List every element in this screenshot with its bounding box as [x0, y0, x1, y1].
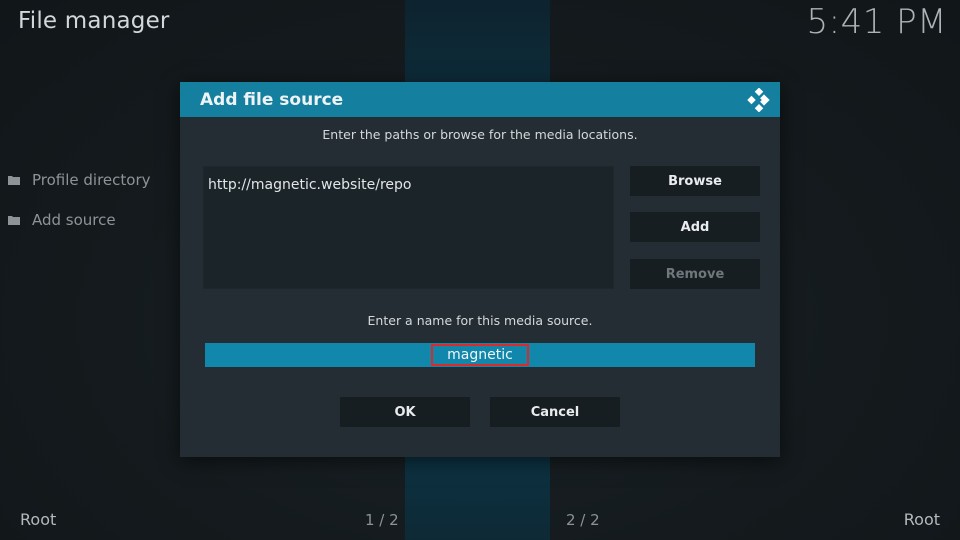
- remove-button[interactable]: Remove: [630, 259, 760, 289]
- source-name-field[interactable]: magnetic: [205, 343, 755, 367]
- clock: 5:41 PM: [806, 2, 947, 42]
- sidebar-item-label: Profile directory: [32, 171, 151, 189]
- sidebar-item-label: Add source: [32, 211, 116, 229]
- cancel-button[interactable]: Cancel: [490, 397, 620, 427]
- add-file-source-dialog: Add file source Enter the paths or brows…: [180, 82, 780, 457]
- footer-page-right: 2 / 2: [566, 511, 600, 529]
- sidebar-item-add-source[interactable]: Add source: [8, 208, 151, 232]
- folder-icon: [8, 176, 20, 185]
- paths-list: http://magnetic.website/repo: [203, 166, 614, 289]
- ok-button[interactable]: OK: [340, 397, 470, 427]
- dialog-title: Add file source: [200, 89, 344, 110]
- footer-page-left: 1 / 2: [365, 511, 399, 529]
- name-instruction: Enter a name for this media source.: [367, 313, 593, 328]
- folder-icon: [8, 216, 20, 225]
- browse-button[interactable]: Browse: [630, 166, 760, 196]
- footer-left-path: Root: [20, 510, 57, 529]
- file-manager-screen: File manager 5:41 PM Profile directory A…: [0, 0, 960, 540]
- kodi-logo-icon: [747, 87, 770, 112]
- source-name-value[interactable]: magnetic: [431, 344, 529, 366]
- footer-right-path: Root: [903, 510, 940, 529]
- add-button[interactable]: Add: [630, 212, 760, 242]
- path-item[interactable]: http://magnetic.website/repo: [204, 167, 613, 203]
- page-title: File manager: [18, 8, 170, 34]
- dialog-header: Add file source: [180, 82, 780, 117]
- source-list: Profile directory Add source: [8, 168, 151, 248]
- sidebar-item-profile-directory[interactable]: Profile directory: [8, 168, 151, 192]
- paths-instruction: Enter the paths or browse for the media …: [322, 127, 638, 142]
